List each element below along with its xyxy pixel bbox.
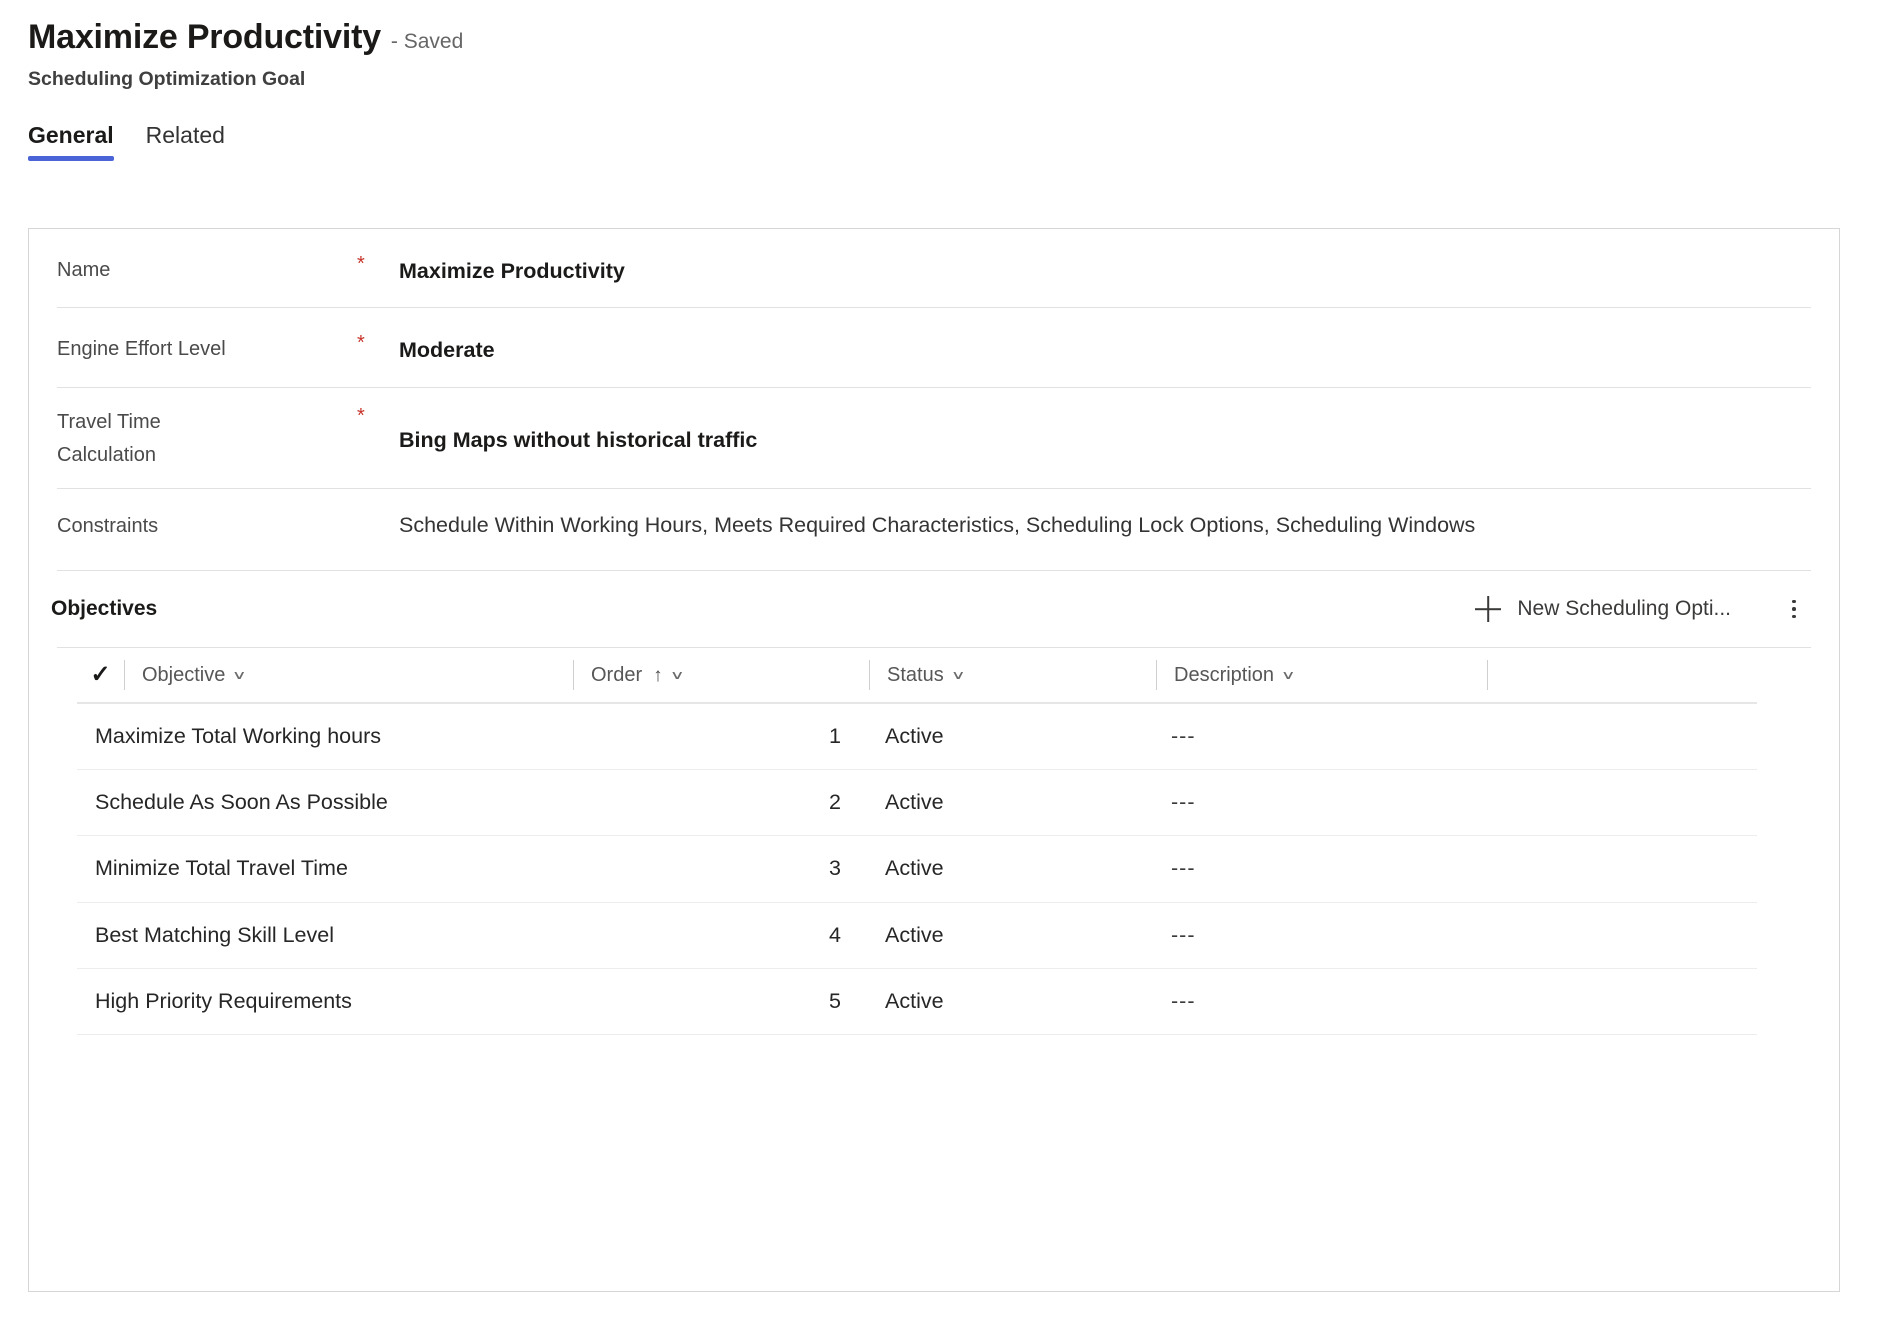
more-vertical-icon[interactable] — [1777, 592, 1811, 626]
cell-objective: Schedule As Soon As Possible — [95, 790, 388, 815]
cell-order: 1 — [829, 724, 841, 749]
column-header-objective[interactable]: Objective ∨ — [125, 648, 573, 702]
column-separator-5 — [1487, 660, 1488, 690]
chevron-down-icon: ∨ — [669, 668, 685, 682]
entity-type-subtitle: Scheduling Optimization Goal — [28, 68, 306, 91]
page-title: Maximize Productivity — [28, 18, 381, 56]
cell-objective: Maximize Total Working hours — [95, 724, 381, 749]
cell-description: --- — [1171, 790, 1196, 815]
column-header-order-label: Order — [591, 663, 643, 686]
overflow-dot-3 — [1792, 614, 1796, 619]
field-label-name: Name — [57, 259, 111, 281]
field-value-constraints[interactable]: Schedule Within Working Hours, Meets Req… — [399, 489, 1811, 538]
cell-order: 5 — [829, 988, 841, 1013]
table-row[interactable]: Best Matching Skill Level 4 Active --- — [77, 903, 1757, 969]
field-label-engine-effort-level: Engine Effort Level — [57, 338, 226, 360]
cell-description: --- — [1171, 922, 1196, 947]
form-row-engine-effort-level: Engine Effort Level * Moderate — [29, 308, 1839, 387]
objectives-grid: ✓ Objective ∨ Order ↑ ∨ Status ∨ Descrip… — [29, 648, 1839, 1035]
chevron-down-icon: ∨ — [950, 668, 966, 682]
field-label-constraints: Constraints — [57, 515, 159, 537]
checkmark-icon: ✓ — [90, 661, 111, 688]
new-scheduling-optimization-button[interactable]: New Scheduling Opti... — [1467, 590, 1739, 628]
required-marker-travel-time-calculation: * — [357, 405, 365, 427]
tab-related[interactable]: Related — [146, 122, 225, 161]
cell-description: --- — [1171, 988, 1196, 1013]
overflow-dot-2 — [1792, 607, 1796, 611]
cell-status: Active — [885, 724, 944, 749]
column-header-objective-label: Objective — [142, 663, 226, 686]
new-scheduling-optimization-label: New Scheduling Opti... — [1517, 597, 1731, 620]
cell-objective: Minimize Total Travel Time — [95, 856, 348, 881]
page-header: Maximize Productivity - Saved Scheduling… — [0, 0, 1894, 91]
table-row[interactable]: Schedule As Soon As Possible 2 Active --… — [77, 770, 1757, 837]
cell-description: --- — [1171, 856, 1196, 881]
column-header-order[interactable]: Order ↑ ∨ — [574, 648, 869, 702]
grid-header-row: ✓ Objective ∨ Order ↑ ∨ Status ∨ Descrip… — [77, 648, 1757, 704]
overflow-dot-1 — [1792, 599, 1796, 604]
column-header-status[interactable]: Status ∨ — [870, 648, 1156, 702]
objectives-command-bar: New Scheduling Opti... — [1467, 590, 1811, 628]
cell-status: Active — [885, 922, 944, 947]
field-label-travel-time-line2: Calculation — [57, 444, 156, 466]
field-value-name[interactable]: Maximize Productivity — [399, 229, 1811, 284]
tab-general[interactable]: General — [28, 122, 114, 162]
cell-status: Active — [885, 790, 944, 815]
cell-status: Active — [885, 988, 944, 1013]
form-card: Name * Maximize Productivity Engine Effo… — [28, 228, 1840, 1292]
form-section-general: Name * Maximize Productivity Engine Effo… — [29, 229, 1839, 571]
form-row-name: Name * Maximize Productivity — [29, 229, 1839, 307]
cell-status: Active — [885, 856, 944, 881]
table-row[interactable]: Maximize Total Working hours 1 Active --… — [77, 704, 1757, 771]
column-header-description-label: Description — [1174, 663, 1275, 686]
objectives-section-title: Objectives — [51, 597, 158, 620]
cell-objective: High Priority Requirements — [95, 988, 352, 1013]
column-header-status-label: Status — [887, 663, 944, 686]
table-row[interactable]: Minimize Total Travel Time 3 Active --- — [77, 836, 1757, 903]
cell-order: 4 — [829, 922, 841, 947]
chevron-down-icon: ∨ — [1280, 668, 1296, 682]
form-row-travel-time-calculation: Travel Time Calculation * Bing Maps with… — [29, 388, 1839, 488]
tab-list: General Related — [0, 122, 1894, 162]
objectives-subgrid-header: Objectives New Scheduling Opti... — [29, 571, 1839, 647]
select-all-checkbox[interactable]: ✓ — [77, 663, 124, 687]
field-label-travel-time-calculation: Travel Time Calculation — [57, 388, 357, 472]
cell-order: 2 — [829, 790, 841, 815]
cell-objective: Best Matching Skill Level — [95, 922, 334, 947]
required-marker-name: * — [357, 253, 365, 275]
field-label-travel-time-line1: Travel Time — [57, 411, 161, 433]
cell-order: 3 — [829, 856, 841, 881]
chevron-down-icon: ∨ — [232, 668, 247, 682]
field-value-travel-time-calculation[interactable]: Bing Maps without historical traffic — [399, 388, 1811, 453]
table-row[interactable]: High Priority Requirements 5 Active --- — [77, 969, 1757, 1035]
cell-description: --- — [1171, 724, 1196, 749]
plus-icon — [1475, 596, 1501, 622]
field-value-engine-effort-level[interactable]: Moderate — [399, 308, 1811, 363]
required-marker-constraints — [357, 489, 399, 513]
required-marker-engine-effort-level: * — [357, 332, 365, 354]
form-row-constraints: Constraints Schedule Within Working Hour… — [29, 489, 1839, 570]
title-line: Maximize Productivity - Saved — [28, 18, 1894, 57]
column-header-description[interactable]: Description ∨ — [1157, 648, 1487, 702]
save-status-text: - Saved — [390, 30, 464, 53]
sort-ascending-icon: ↑ — [653, 664, 663, 686]
